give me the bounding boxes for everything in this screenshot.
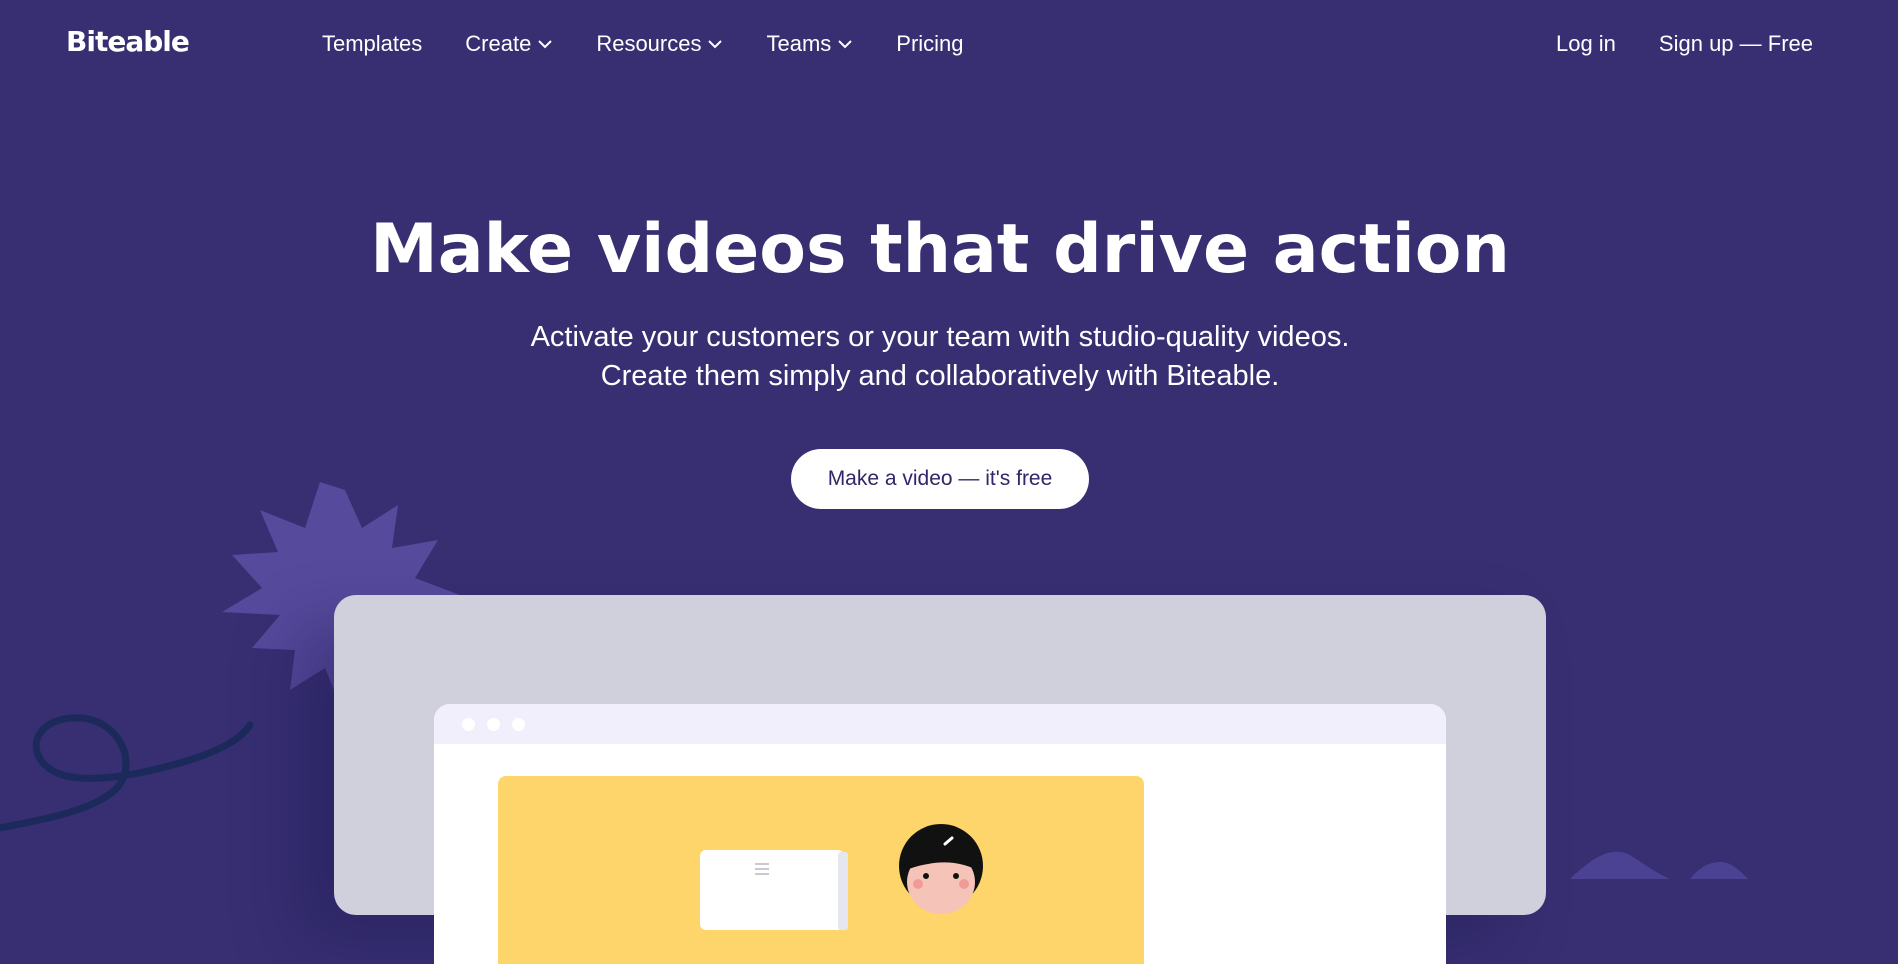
browser-window-mockup <box>434 704 1446 964</box>
document-card-shape <box>700 850 844 930</box>
biteable-logo[interactable]: Biteable <box>66 25 190 58</box>
video-illustration <box>700 824 983 930</box>
chevron-down-icon <box>838 40 852 49</box>
nav-dropdown-create[interactable]: Create <box>465 31 553 57</box>
browser-dot-icon <box>462 717 475 731</box>
video-preview-card <box>498 776 1144 964</box>
browser-dot-icon <box>512 717 525 731</box>
browser-dot-icon <box>487 717 500 731</box>
browser-title-bar <box>434 704 1446 744</box>
hero-subtitle-line: Create them simply and collaboratively w… <box>600 360 1280 392</box>
make-video-button[interactable]: Make a video — it's free <box>791 449 1089 509</box>
hero-subtitle: Activate your customers or your team wit… <box>0 318 1880 396</box>
nav-link-label: Pricing <box>896 31 964 56</box>
hero-title: Make videos that drive action <box>370 210 1510 289</box>
chevron-down-icon <box>708 40 723 49</box>
nav-link-label: Create <box>465 31 532 56</box>
nav-dropdown-teams[interactable]: Teams <box>766 31 853 57</box>
bottom-right-blob <box>1570 851 1670 879</box>
signup-link[interactable]: Sign up — Free <box>1659 31 1813 57</box>
nav-link-templates[interactable]: Templates <box>322 31 422 57</box>
primary-nav-links: Templates Create Resources Teams Pricing <box>322 31 1007 57</box>
login-link[interactable]: Log in <box>1556 31 1616 57</box>
document-card-edge <box>838 852 848 930</box>
top-navbar: Biteable Templates Create Resources Team… <box>0 0 1898 88</box>
bottom-right-blob-2 <box>1690 861 1748 879</box>
nav-link-pricing[interactable]: Pricing <box>896 31 963 57</box>
nav-link-label: Resources <box>596 31 702 56</box>
chevron-down-icon <box>538 40 553 49</box>
hero-subtitle-line: Activate your customers or your team wit… <box>530 321 1350 353</box>
nav-dropdown-resources[interactable]: Resources <box>596 31 723 57</box>
nav-link-label: Templates <box>322 31 423 56</box>
nav-link-label: Teams <box>766 31 832 56</box>
laptop-mockup <box>334 595 1546 964</box>
auth-links: Log in Sign up — Free <box>1556 31 1813 57</box>
squiggle-line <box>0 714 254 832</box>
